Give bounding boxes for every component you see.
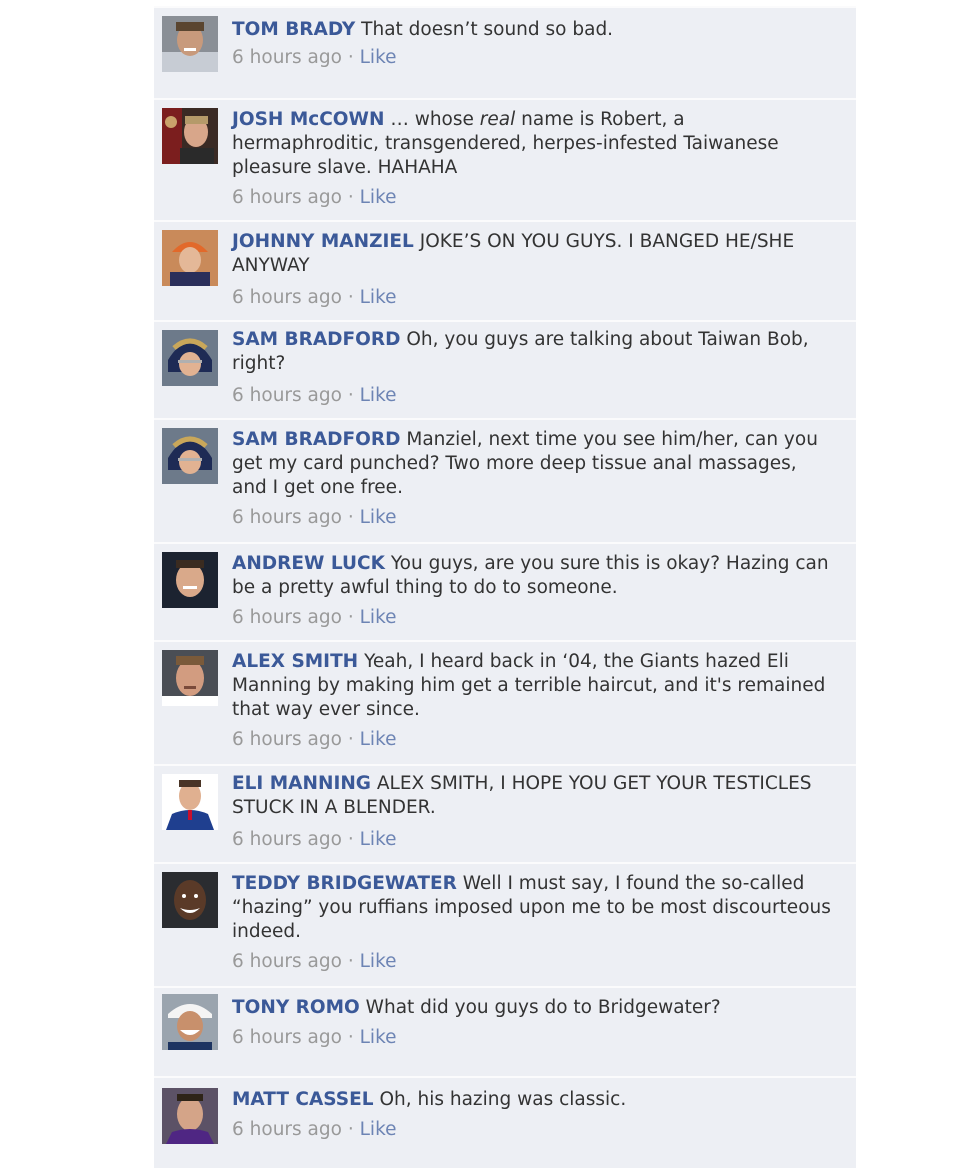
comment-meta: 6 hours ago · Like	[232, 1026, 397, 1050]
like-link[interactable]: Like	[360, 1027, 397, 1048]
comment-body: ANDREW LUCK You guys, are you sure this …	[232, 552, 836, 600]
tony-romo-avatar[interactable]	[162, 994, 218, 1050]
comment-meta: 6 hours ago · Like	[232, 46, 397, 70]
comment: JOHNNY MANZIEL JOKE’S ON YOU GUYS. I BAN…	[154, 220, 856, 322]
teddy-bridgewater-avatar[interactable]	[162, 872, 218, 928]
meta-separator: ·	[347, 287, 354, 308]
like-link[interactable]: Like	[360, 507, 397, 528]
comment-author-link[interactable]: ALEX SMITH	[232, 651, 358, 672]
meta-separator: ·	[347, 607, 354, 628]
comment-meta: 6 hours ago · Like	[232, 286, 397, 310]
andrew-luck-avatar[interactable]	[162, 552, 218, 608]
sam-bradford-avatar[interactable]	[162, 428, 218, 484]
comment-author-link[interactable]: TEDDY BRIDGEWATER	[232, 873, 457, 894]
like-link[interactable]: Like	[360, 729, 397, 750]
comment-timestamp[interactable]: 6 hours ago	[232, 187, 342, 208]
comment-text-emphasis: real	[479, 109, 516, 130]
sam-bradford-avatar[interactable]	[162, 330, 218, 386]
comment-body: TEDDY BRIDGEWATER Well I must say, I fou…	[232, 872, 836, 944]
comment: ALEX SMITH Yeah, I heard back in ‘04, th…	[154, 640, 856, 766]
comment-body: SAM BRADFORD Oh, you guys are talking ab…	[232, 328, 836, 376]
comment-timestamp[interactable]: 6 hours ago	[232, 829, 342, 850]
comment-timestamp[interactable]: 6 hours ago	[232, 1027, 342, 1048]
comment-body: ELI MANNING ALEX SMITH, I HOPE YOU GET Y…	[232, 772, 836, 820]
comment-author-link[interactable]: ELI MANNING	[232, 773, 371, 794]
like-link[interactable]: Like	[360, 607, 397, 628]
comment: MATT CASSEL Oh, his hazing was classic. …	[154, 1076, 856, 1168]
comment-meta: 6 hours ago · Like	[232, 728, 397, 752]
comment-text: What did you guys do to Bridgewater?	[365, 997, 721, 1018]
comment: SAM BRADFORD Oh, you guys are talking ab…	[154, 320, 856, 420]
alex-smith-avatar[interactable]	[162, 650, 218, 706]
comment-text: Oh, his hazing was classic.	[379, 1089, 627, 1110]
comment: TOM BRADY That doesn’t sound so bad. 6 h…	[154, 6, 856, 100]
comment-meta: 6 hours ago · Like	[232, 186, 397, 210]
comment-meta: 6 hours ago · Like	[232, 1118, 397, 1142]
meta-separator: ·	[347, 47, 354, 68]
comment-timestamp[interactable]: 6 hours ago	[232, 507, 342, 528]
comment-meta: 6 hours ago · Like	[232, 606, 397, 630]
like-link[interactable]: Like	[360, 47, 397, 68]
like-link[interactable]: Like	[360, 829, 397, 850]
meta-separator: ·	[347, 951, 354, 972]
comment-timestamp[interactable]: 6 hours ago	[232, 47, 342, 68]
comment: ELI MANNING ALEX SMITH, I HOPE YOU GET Y…	[154, 764, 856, 864]
matt-cassel-avatar[interactable]	[162, 1088, 218, 1144]
comment-body: ALEX SMITH Yeah, I heard back in ‘04, th…	[232, 650, 836, 722]
comment-text: … whose	[384, 109, 480, 130]
like-link[interactable]: Like	[360, 385, 397, 406]
like-link[interactable]: Like	[360, 951, 397, 972]
comment-timestamp[interactable]: 6 hours ago	[232, 729, 342, 750]
comment-body: SAM BRADFORD Manziel, next time you see …	[232, 428, 836, 500]
meta-separator: ·	[347, 829, 354, 850]
comment-timestamp[interactable]: 6 hours ago	[232, 951, 342, 972]
meta-separator: ·	[347, 507, 354, 528]
meta-separator: ·	[347, 1027, 354, 1048]
like-link[interactable]: Like	[360, 1119, 397, 1140]
eli-manning-avatar[interactable]	[162, 774, 218, 830]
comment: TONY ROMO What did you guys do to Bridge…	[154, 986, 856, 1078]
comment-author-link[interactable]: TOM BRADY	[232, 19, 355, 40]
comment-body: MATT CASSEL Oh, his hazing was classic.	[232, 1088, 836, 1112]
comment-body: TONY ROMO What did you guys do to Bridge…	[232, 996, 836, 1020]
johnny-manziel-avatar[interactable]	[162, 230, 218, 286]
like-link[interactable]: Like	[360, 287, 397, 308]
comment-body: TOM BRADY That doesn’t sound so bad.	[232, 18, 836, 42]
comment-meta: 6 hours ago · Like	[232, 384, 397, 408]
comment: SAM BRADFORD Manziel, next time you see …	[154, 418, 856, 544]
comment-timestamp[interactable]: 6 hours ago	[232, 1119, 342, 1140]
meta-separator: ·	[347, 187, 354, 208]
comment-body: JOSH McCOWN … whose real name is Robert,…	[232, 108, 836, 180]
comment-author-link[interactable]: JOSH McCOWN	[232, 109, 384, 130]
comment-author-link[interactable]: SAM BRADFORD	[232, 329, 400, 350]
comment: JOSH McCOWN … whose real name is Robert,…	[154, 98, 856, 222]
comment-body: JOHNNY MANZIEL JOKE’S ON YOU GUYS. I BAN…	[232, 230, 836, 278]
comment-author-link[interactable]: TONY ROMO	[232, 997, 360, 1018]
comment-meta: 6 hours ago · Like	[232, 828, 397, 852]
meta-separator: ·	[347, 729, 354, 750]
comment-author-link[interactable]: MATT CASSEL	[232, 1089, 374, 1110]
comment: TEDDY BRIDGEWATER Well I must say, I fou…	[154, 862, 856, 988]
comment-timestamp[interactable]: 6 hours ago	[232, 385, 342, 406]
meta-separator: ·	[347, 385, 354, 406]
comment: ANDREW LUCK You guys, are you sure this …	[154, 542, 856, 642]
meta-separator: ·	[347, 1119, 354, 1140]
comment-timestamp[interactable]: 6 hours ago	[232, 607, 342, 628]
tom-brady-avatar[interactable]	[162, 16, 218, 72]
comment-author-link[interactable]: JOHNNY MANZIEL	[232, 231, 414, 252]
comment-timestamp[interactable]: 6 hours ago	[232, 287, 342, 308]
comment-meta: 6 hours ago · Like	[232, 950, 397, 974]
comment-author-link[interactable]: ANDREW LUCK	[232, 553, 385, 574]
comment-meta: 6 hours ago · Like	[232, 506, 397, 530]
like-link[interactable]: Like	[360, 187, 397, 208]
josh-mccown-avatar[interactable]	[162, 108, 218, 164]
comment-author-link[interactable]: SAM BRADFORD	[232, 429, 400, 450]
comment-text: That doesn’t sound so bad.	[361, 19, 614, 40]
